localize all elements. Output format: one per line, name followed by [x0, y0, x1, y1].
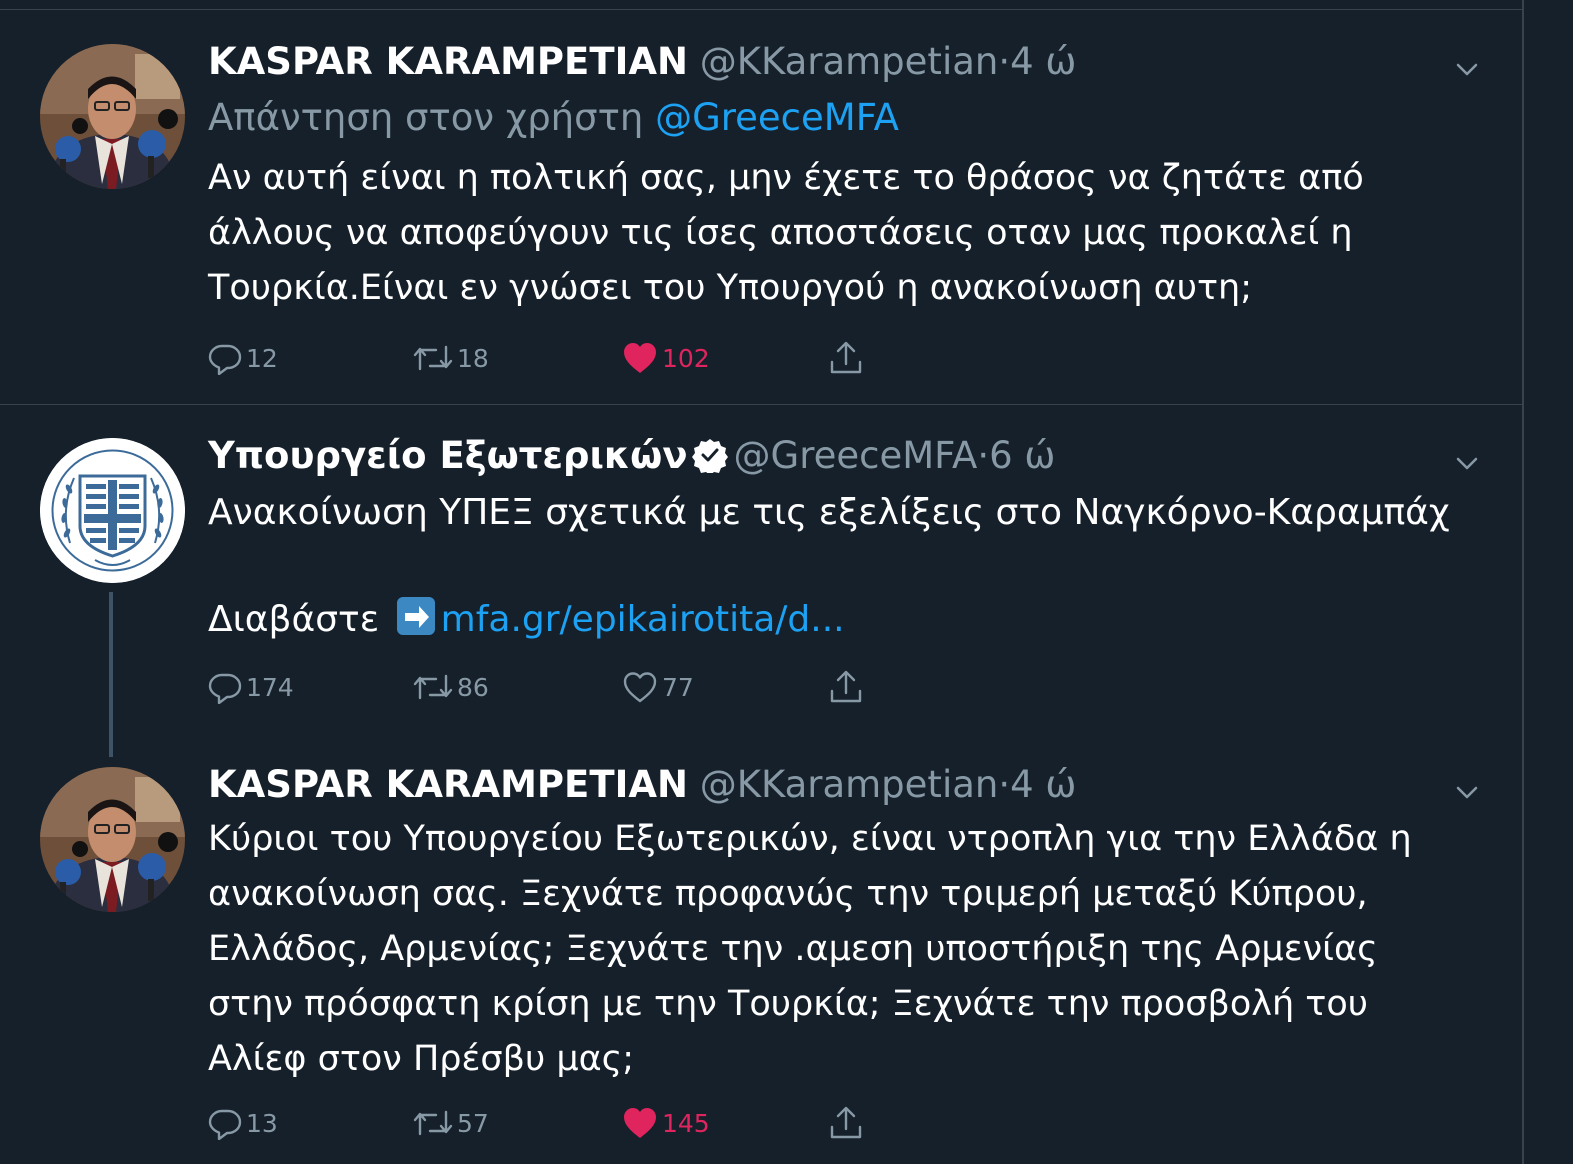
reply-button[interactable]: 174 [208, 667, 294, 707]
reply-button[interactable]: 12 [208, 338, 278, 378]
tweet-header: KASPAR KARAMPETIAN @KKarampetian·4 ώ [208, 37, 1482, 87]
chevron-down-icon[interactable] [1452, 47, 1482, 77]
like-button[interactable]: 102 [622, 338, 710, 378]
tweet-actions: 12 18 102 [208, 338, 908, 378]
reply-count: 174 [246, 672, 294, 702]
tweet-text: Ανακοίνωση ΥΠΕΞ σχετικά με τις εξελίξεις… [208, 492, 1450, 533]
tweet-timestamp[interactable]: 4 ώ [1010, 40, 1076, 83]
heart-icon [623, 672, 657, 703]
speech-bubble-icon [208, 344, 242, 375]
like-count: 102 [662, 343, 710, 373]
tweet-header: KASPAR KARAMPETIAN @KKarampetian·4 ώ [208, 760, 1482, 810]
tweet-text: Κύριοι του Υπουργείου Εξωτερικών, είναι … [208, 819, 1412, 1079]
retweet-count: 57 [457, 1108, 489, 1138]
tweet-content: Υπουργείο Εξωτερικών @GreeceMFA·6 ώ Ανακο… [208, 431, 1482, 647]
user-handle[interactable]: @GreeceMFA [734, 434, 978, 477]
chevron-down-icon[interactable] [1452, 770, 1482, 800]
reply-mention-link[interactable]: @GreeceMFA [655, 96, 899, 139]
retweet-icon [413, 674, 453, 700]
like-button[interactable]: 145 [622, 1103, 710, 1143]
retweet-button[interactable]: 57 [413, 1103, 489, 1143]
like-count: 145 [662, 1108, 710, 1138]
chevron-down-icon[interactable] [1452, 441, 1482, 471]
heart-icon [624, 343, 656, 373]
share-icon [830, 670, 862, 703]
tweet-reply-karampetian[interactable]: KASPAR KARAMPETIAN @KKarampetian·4 ώ Απά… [0, 0, 1522, 404]
share-button[interactable] [828, 667, 864, 707]
timeline-column: KASPAR KARAMPETIAN @KKarampetian·4 ώ Απά… [0, 0, 1524, 1164]
tweet-content: KASPAR KARAMPETIAN @KKarampetian·4 ώ Κύρ… [208, 760, 1482, 1087]
retweet-button[interactable]: 86 [413, 667, 489, 707]
avatar-karampetian[interactable] [40, 767, 185, 912]
tweet-timestamp[interactable]: 4 ώ [1010, 763, 1076, 806]
retweet-icon [413, 345, 453, 371]
heart-icon [624, 1108, 656, 1138]
speech-bubble-icon [208, 673, 242, 704]
thread-connector-line [109, 592, 113, 757]
read-label: Διαβάστε [208, 599, 380, 640]
retweet-button[interactable]: 18 [413, 338, 489, 378]
separator-dot: · [977, 434, 990, 477]
tweet-content: KASPAR KARAMPETIAN @KKarampetian·4 ώ Απά… [208, 37, 1482, 316]
avatar-greecemfa[interactable] [40, 438, 185, 583]
reply-count: 12 [246, 343, 278, 373]
verified-badge-icon [691, 436, 728, 486]
share-button[interactable] [828, 1103, 864, 1143]
separator-dot: · [998, 40, 1011, 83]
user-handle[interactable]: @KKarampetian [700, 763, 999, 806]
reply-context: Απάντηση στον χρήστη @GreeceMFA [208, 93, 1482, 143]
reply-count: 13 [246, 1108, 278, 1138]
tweet-timestamp[interactable]: 6 ώ [989, 434, 1055, 477]
retweet-icon [413, 1110, 453, 1136]
tweet-greecemfa[interactable]: Υπουργείο Εξωτερικών @GreeceMFA·6 ώ Ανακο… [0, 405, 1522, 757]
share-icon [830, 1106, 862, 1139]
display-name[interactable]: KASPAR KARAMPETIAN [208, 763, 688, 806]
tweet-header: Υπουργείο Εξωτερικών @GreeceMFA·6 ώ [208, 431, 1482, 481]
timeline-page: KASPAR KARAMPETIAN @KKarampetian·4 ώ Απά… [0, 0, 1573, 1164]
separator-dot: · [998, 763, 1011, 806]
like-button[interactable]: 77 [622, 667, 694, 707]
right-arrow-emoji-icon [396, 597, 435, 635]
avatar-karampetian[interactable] [40, 44, 185, 189]
user-handle[interactable]: @KKarampetian [700, 40, 999, 83]
article-link[interactable]: mfa.gr/epikairotita/d... [441, 599, 845, 640]
display-name[interactable]: KASPAR KARAMPETIAN [208, 40, 688, 83]
speech-bubble-icon [208, 1109, 242, 1140]
like-count: 77 [662, 672, 694, 702]
tweet-actions: 13 57 145 [208, 1103, 908, 1143]
reply-button[interactable]: 13 [208, 1103, 278, 1143]
display-name[interactable]: Υπουργείο Εξωτερικών [208, 434, 688, 477]
share-icon [830, 341, 862, 374]
tweet-actions: 174 86 77 [208, 667, 908, 707]
read-more-line: Διαβάστε mfa.gr/epikairotita/d... [208, 592, 1482, 647]
share-button[interactable] [828, 338, 864, 378]
retweet-count: 86 [457, 672, 489, 702]
reply-prefix: Απάντηση στον χρήστη [208, 96, 644, 139]
retweet-count: 18 [457, 343, 489, 373]
tweet-reply-karampetian-2[interactable]: KASPAR KARAMPETIAN @KKarampetian·4 ώ Κύρ… [0, 735, 1522, 1164]
tweet-text: Αν αυτή είναι η πολτική σας, μην έχετε τ… [208, 158, 1364, 308]
